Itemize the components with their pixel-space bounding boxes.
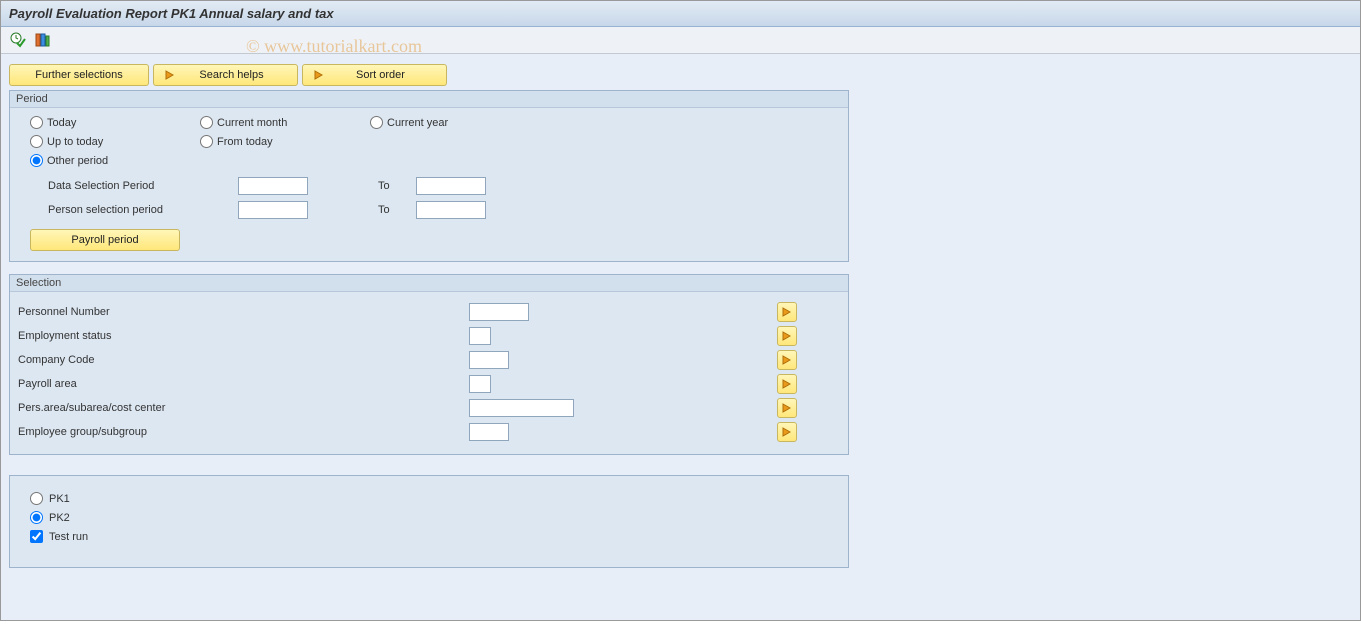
period-panel-body: Today Current month Current year Up to t…	[10, 108, 848, 261]
pers-area-multi-select-button[interactable]	[777, 398, 797, 418]
emp-group-row: Employee group/subgroup	[18, 420, 838, 444]
radio-up-to-today[interactable]: Up to today	[30, 135, 200, 148]
payroll-area-label: Payroll area	[18, 372, 469, 396]
options-panel: PK1 PK2 Test run	[9, 475, 849, 568]
search-helps-label: Search helps	[176, 69, 287, 81]
checkbox-test-run-input[interactable]	[30, 530, 43, 543]
sort-order-label: Sort order	[325, 69, 436, 81]
page-title-bar: Payroll Evaluation Report PK1 Annual sal…	[1, 1, 1360, 27]
selection-table: Personnel Number Employment status	[18, 300, 838, 444]
emp-group-multi-select-button[interactable]	[777, 422, 797, 442]
arrow-right-icon	[313, 69, 325, 81]
radio-from-today-input[interactable]	[200, 135, 213, 148]
arrow-right-icon	[781, 378, 793, 390]
company-code-multi-select-button[interactable]	[777, 350, 797, 370]
selection-panel: Selection Personnel Number Employment st…	[9, 274, 849, 455]
radio-up-to-today-input[interactable]	[30, 135, 43, 148]
emp-group-input[interactable]	[469, 423, 509, 441]
radio-pk1-input[interactable]	[30, 492, 43, 505]
data-selection-from-input[interactable]	[238, 177, 308, 195]
emp-status-row: Employment status	[18, 324, 838, 348]
pers-area-label: Pers.area/subarea/cost center	[18, 396, 469, 420]
company-code-row: Company Code	[18, 348, 838, 372]
person-selection-from-input[interactable]	[238, 201, 308, 219]
pernr-multi-select-button[interactable]	[777, 302, 797, 322]
pernr-label: Personnel Number	[18, 300, 469, 324]
company-code-input[interactable]	[469, 351, 509, 369]
variants-icon[interactable]	[33, 31, 51, 49]
arrow-right-icon	[781, 306, 793, 318]
radio-current-month-label: Current month	[217, 117, 287, 129]
arrow-right-icon	[781, 426, 793, 438]
radio-current-year[interactable]: Current year	[370, 116, 540, 129]
selection-panel-body: Personnel Number Employment status	[10, 292, 848, 454]
radio-today-label: Today	[47, 117, 76, 129]
arrow-right-icon	[781, 402, 793, 414]
selection-buttons-row: Further selections Search helps Sort ord…	[9, 64, 1352, 86]
checkbox-test-run[interactable]: Test run	[30, 530, 838, 543]
main-area: Further selections Search helps Sort ord…	[1, 54, 1360, 620]
radio-other-period-input[interactable]	[30, 154, 43, 167]
radio-from-today-label: From today	[217, 136, 273, 148]
further-selections-label: Further selections	[35, 69, 122, 81]
arrow-right-icon	[781, 354, 793, 366]
arrow-right-icon	[781, 330, 793, 342]
radio-current-year-input[interactable]	[370, 116, 383, 129]
radio-pk2-input[interactable]	[30, 511, 43, 524]
radio-other-period[interactable]: Other period	[30, 154, 200, 167]
person-selection-period-label: Person selection period	[48, 204, 238, 216]
radio-current-year-label: Current year	[387, 117, 448, 129]
emp-status-input[interactable]	[469, 327, 491, 345]
pers-area-input[interactable]	[469, 399, 574, 417]
pernr-input[interactable]	[469, 303, 529, 321]
sort-order-button[interactable]: Sort order	[302, 64, 447, 86]
radio-other-period-label: Other period	[47, 155, 108, 167]
radio-up-to-today-label: Up to today	[47, 136, 103, 148]
payroll-area-input[interactable]	[469, 375, 491, 393]
period-panel-header: Period	[10, 91, 848, 108]
emp-status-label: Employment status	[18, 324, 469, 348]
arrow-right-icon	[164, 69, 176, 81]
page-title: Payroll Evaluation Report PK1 Annual sal…	[9, 6, 334, 21]
pers-area-row: Pers.area/subarea/cost center	[18, 396, 838, 420]
company-code-label: Company Code	[18, 348, 469, 372]
period-panel: Period Today Current month Current year	[9, 90, 849, 262]
radio-pk1[interactable]: PK1	[30, 492, 838, 505]
radio-today[interactable]: Today	[30, 116, 200, 129]
options-panel-body: PK1 PK2 Test run	[10, 476, 848, 567]
payroll-period-label: Payroll period	[71, 234, 138, 246]
radio-today-input[interactable]	[30, 116, 43, 129]
payroll-period-button[interactable]: Payroll period	[30, 229, 180, 251]
payroll-area-multi-select-button[interactable]	[777, 374, 797, 394]
checkbox-test-run-label: Test run	[49, 531, 88, 543]
data-selection-to-input[interactable]	[416, 177, 486, 195]
emp-status-multi-select-button[interactable]	[777, 326, 797, 346]
person-selection-period-row: Person selection period To	[48, 201, 838, 219]
pernr-row: Personnel Number	[18, 300, 838, 324]
data-selection-period-row: Data Selection Period To	[48, 177, 838, 195]
execute-icon[interactable]	[9, 31, 27, 49]
data-selection-period-label: Data Selection Period	[48, 180, 238, 192]
app-window: Payroll Evaluation Report PK1 Annual sal…	[0, 0, 1361, 621]
radio-pk2[interactable]: PK2	[30, 511, 838, 524]
radio-from-today[interactable]: From today	[200, 135, 370, 148]
period-radio-grid: Today Current month Current year Up to t…	[30, 116, 838, 167]
further-selections-button[interactable]: Further selections	[9, 64, 149, 86]
radio-pk2-label: PK2	[49, 512, 70, 524]
data-selection-to-label: To	[378, 180, 416, 192]
person-selection-to-label: To	[378, 204, 416, 216]
radio-pk1-label: PK1	[49, 493, 70, 505]
radio-current-month[interactable]: Current month	[200, 116, 370, 129]
emp-group-label: Employee group/subgroup	[18, 420, 469, 444]
selection-panel-header: Selection	[10, 275, 848, 292]
payroll-area-row: Payroll area	[18, 372, 838, 396]
person-selection-to-input[interactable]	[416, 201, 486, 219]
app-toolbar	[1, 27, 1360, 54]
radio-current-month-input[interactable]	[200, 116, 213, 129]
search-helps-button[interactable]: Search helps	[153, 64, 298, 86]
